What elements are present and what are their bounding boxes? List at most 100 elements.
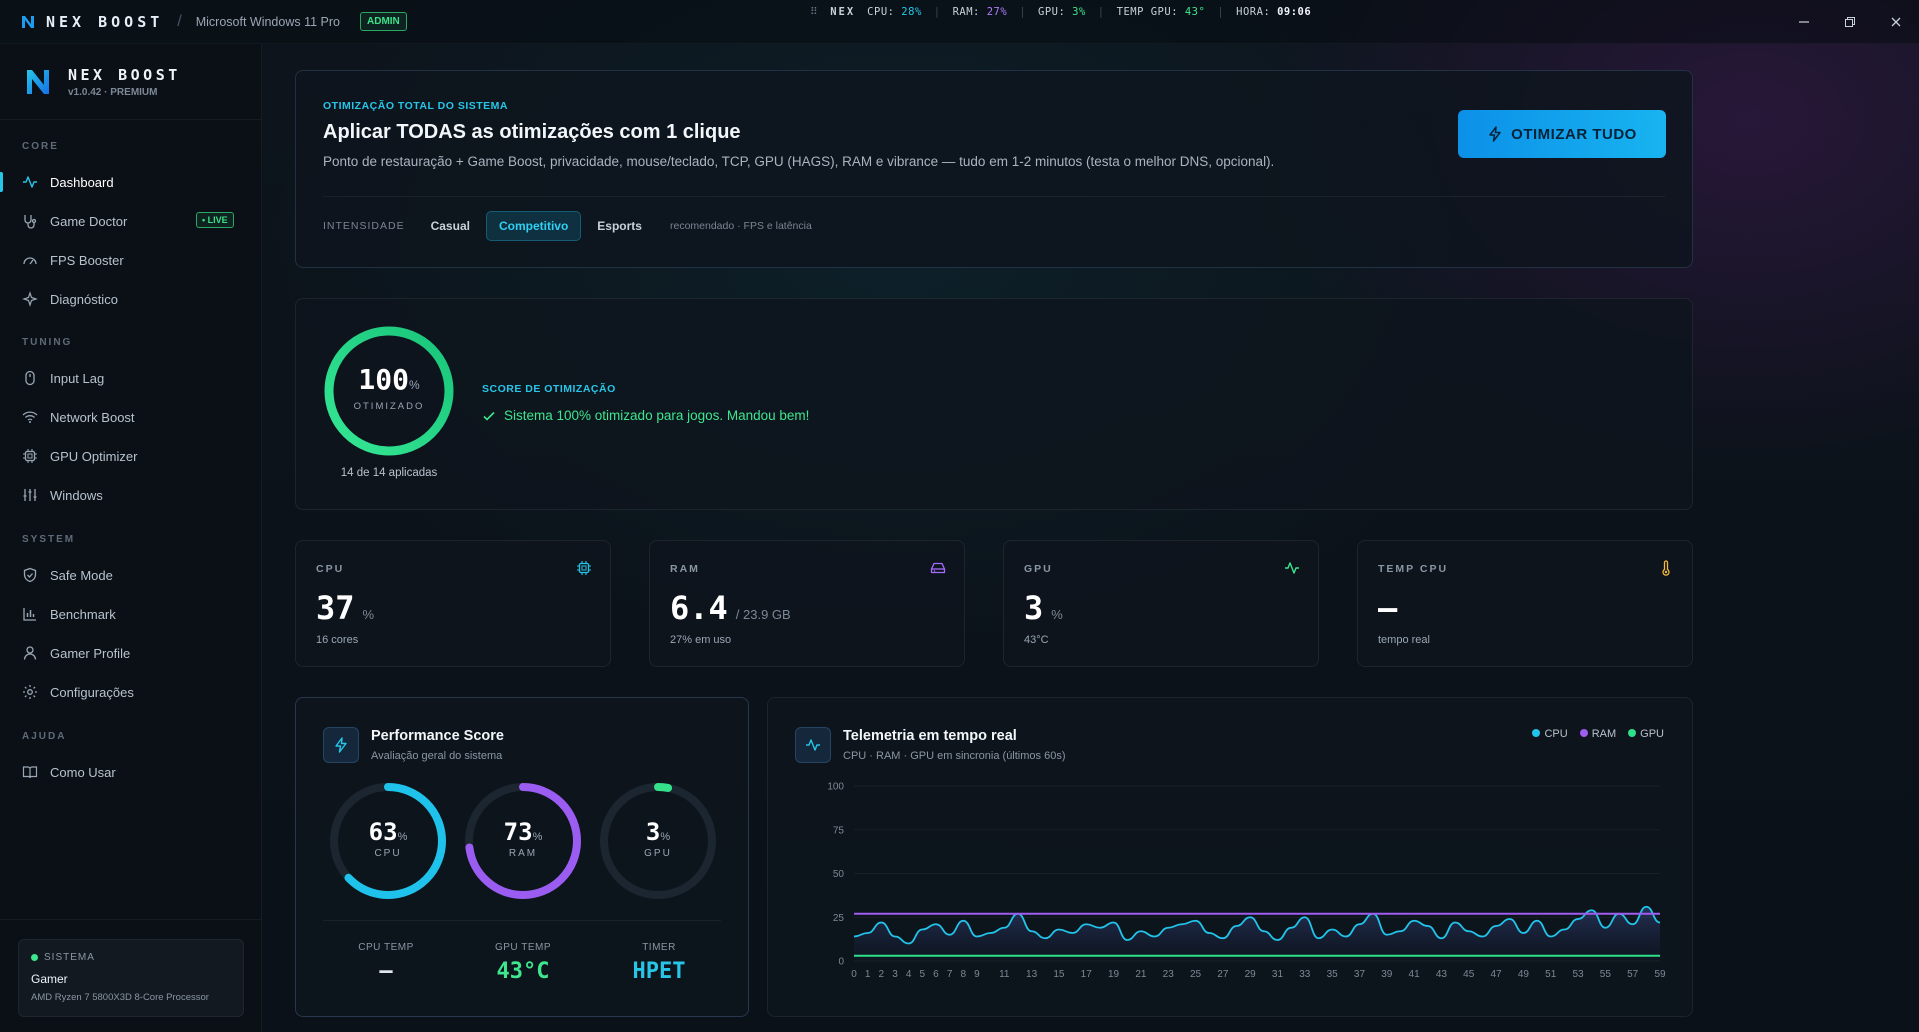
- intensity-label: INTENSIDADE: [323, 220, 405, 232]
- thermometer-icon: [1662, 560, 1670, 576]
- timer-metric: TIMER HPET: [594, 942, 724, 984]
- intensity-note: recomendado · FPS e latência: [669, 220, 812, 232]
- gpu-temp-metric: GPU TEMP 43°C: [458, 942, 588, 984]
- cpu-stat-value: 28%: [901, 6, 922, 18]
- x-tick-label: 8: [961, 969, 967, 980]
- sidebar-item-safe-mode[interactable]: Safe Mode: [0, 559, 262, 591]
- activity-icon: [1285, 562, 1299, 574]
- sidebar: NEX BOOST v1.0.42 · PREMIUM CORE Dashboa…: [0, 44, 262, 1032]
- stat-sub: 43°C: [1024, 634, 1049, 646]
- x-tick-label: 2: [879, 969, 885, 980]
- system-card: SISTEMA Gamer AMD Ryzen 7 5800X3D 8-Core…: [18, 939, 244, 1017]
- x-tick-label: 43: [1436, 969, 1448, 980]
- sidebar-item-benchmark[interactable]: Benchmark: [0, 598, 262, 630]
- sidebar-item-configuracoes[interactable]: Configurações: [0, 676, 262, 708]
- maximize-button[interactable]: [1827, 0, 1873, 44]
- gear-icon: [23, 685, 37, 699]
- hero-title: Aplicar TODAS as otimizações com 1 cliqu…: [323, 121, 741, 143]
- sidebar-item-game-doctor[interactable]: Game Doctor • LIVE: [0, 205, 262, 237]
- sidebar-item-label: Como Usar: [50, 764, 116, 780]
- x-tick-label: 49: [1518, 969, 1530, 980]
- sidebar-item-label: Windows: [50, 487, 103, 503]
- performance-score-card: Performance Score Avaliação geral do sis…: [295, 697, 749, 1017]
- x-tick-label: 37: [1354, 969, 1366, 980]
- sliders-icon: [23, 489, 37, 501]
- sidebar-item-label: Dashboard: [50, 174, 114, 190]
- window-controls: [1781, 0, 1919, 44]
- status-dot: [31, 954, 38, 961]
- gpu-temp-stat-value: 43°: [1184, 6, 1206, 18]
- gpu-stat-label: GPU:: [1038, 6, 1066, 18]
- stat-sub: 27% em uso: [670, 634, 732, 646]
- stat-value: 6.4: [670, 589, 728, 627]
- stat-sub: tempo real: [1378, 634, 1430, 646]
- hard-drive-icon: [930, 562, 946, 574]
- intensity-competitivo[interactable]: Competitivo: [485, 211, 582, 241]
- telemetry-card: Telemetria em tempo real CPU · RAM · GPU…: [767, 697, 1693, 1017]
- sidebar-item-label: Gamer Profile: [50, 645, 131, 661]
- close-button[interactable]: [1873, 0, 1919, 44]
- bar-chart-icon: [23, 608, 36, 621]
- cpu-icon: [23, 449, 37, 463]
- gauge-percent: %: [660, 831, 671, 843]
- x-tick-label: 35: [1327, 969, 1339, 980]
- sidebar-item-label: Safe Mode: [50, 567, 113, 583]
- ram-stat-value: 27%: [986, 6, 1008, 18]
- metric-label: GPU TEMP: [494, 942, 552, 953]
- stat-value: 3: [1024, 589, 1044, 627]
- sidebar-item-network-boost[interactable]: Network Boost: [0, 401, 262, 433]
- time-stat-label: HORA:: [1236, 6, 1271, 18]
- y-tick-label: 0: [838, 957, 844, 968]
- x-tick-label: 59: [1654, 969, 1666, 980]
- optimize-all-card: OTIMIZAÇÃO TOTAL DO SISTEMA Aplicar TODA…: [295, 70, 1693, 268]
- logo-icon: [27, 70, 49, 94]
- optimize-all-button[interactable]: OTIMIZAR TUDO: [1458, 110, 1666, 158]
- gpu-temp-stat-label: TEMP GPU:: [1116, 6, 1179, 18]
- x-tick-label: 4: [906, 969, 912, 980]
- sidebar-item-windows[interactable]: Windows: [0, 479, 262, 511]
- score-value: 100: [358, 363, 409, 396]
- intensity-selector: INTENSIDADE Casual Competitivo Esports r…: [323, 210, 812, 242]
- gauge-label: RAM: [508, 848, 538, 859]
- minimize-button[interactable]: [1781, 0, 1827, 44]
- section-core: CORE: [22, 141, 59, 152]
- sidebar-item-label: Network Boost: [50, 409, 135, 425]
- os-name: Microsoft Windows 11 Pro: [195, 14, 340, 29]
- intensity-esports[interactable]: Esports: [585, 211, 654, 241]
- x-tick-label: 0: [851, 969, 857, 980]
- live-badge: • LIVE: [196, 212, 234, 228]
- x-tick-label: 55: [1600, 969, 1612, 980]
- sidebar-item-como-usar[interactable]: Como Usar: [0, 756, 262, 788]
- check-icon: [483, 411, 495, 421]
- sidebar-item-gpu-optimizer[interactable]: GPU Optimizer: [0, 440, 262, 472]
- x-tick-label: 47: [1491, 969, 1503, 980]
- performance-title: Performance Score: [371, 728, 504, 744]
- sidebar-brand: NEX BOOST: [68, 66, 181, 84]
- section-tuning: TUNING: [22, 337, 73, 348]
- grip-icon: ⠿: [810, 6, 819, 18]
- sidebar-item-label: Benchmark: [50, 606, 116, 622]
- x-tick-label: 27: [1217, 969, 1229, 980]
- telemetry-chart: 02550751000 1 2 3 4 5 6 7 8 9 11 13 15 17 19 21 23 25 27 29…: [827, 782, 1666, 981]
- x-tick-label: 45: [1463, 969, 1475, 980]
- stethoscope-icon: [24, 215, 37, 229]
- sidebar-item-diagnostico[interactable]: Diagnóstico: [0, 283, 262, 315]
- sidebar-item-dashboard[interactable]: Dashboard: [0, 166, 262, 198]
- sidebar-item-input-lag[interactable]: Input Lag: [0, 362, 262, 394]
- section-system: SYSTEM: [22, 534, 76, 545]
- x-tick-label: 13: [1026, 969, 1038, 980]
- stat-card-gpu: GPU 3% 43°C: [1003, 540, 1319, 667]
- stat-unit: / 23.9 GB: [735, 607, 791, 622]
- sidebar-item-label: Configurações: [50, 684, 134, 700]
- gauge-icon: [23, 257, 37, 265]
- sidebar-item-gamer-profile[interactable]: Gamer Profile: [0, 637, 262, 669]
- gauge-percent: %: [397, 831, 408, 843]
- x-tick-label: 57: [1627, 969, 1639, 980]
- intensity-casual[interactable]: Casual: [419, 211, 482, 241]
- optimization-score-card: 100% OTIMIZADO 14 de 14 aplicadas SCORE …: [295, 298, 1693, 510]
- app-version: v1.0.42 · PREMIUM: [68, 87, 158, 98]
- sidebar-item-fps-booster[interactable]: FPS Booster: [0, 244, 262, 276]
- ram-stat-label: RAM:: [952, 6, 980, 18]
- score-caption: OTIMIZADO: [353, 401, 425, 412]
- sidebar-divider: [0, 919, 261, 920]
